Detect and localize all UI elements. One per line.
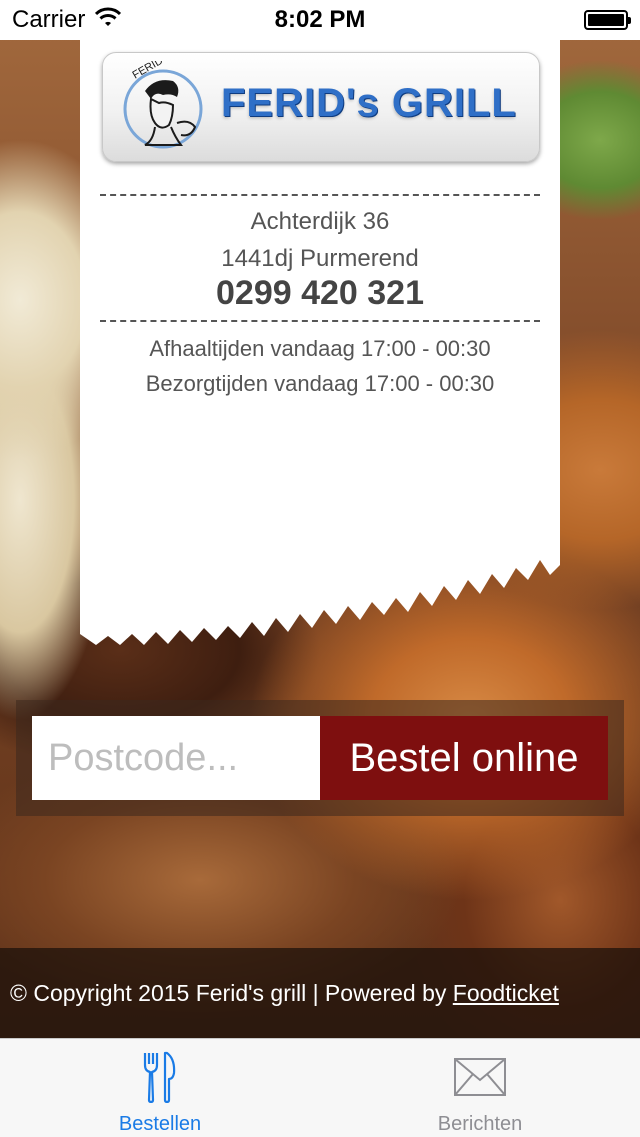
- battery-icon: [584, 10, 631, 30]
- carrier-label: Carrier: [12, 6, 86, 33]
- phone-number[interactable]: 0299 420 321: [80, 274, 560, 313]
- envelope-icon: [454, 1049, 506, 1105]
- dashed-divider: [100, 320, 540, 322]
- tab-berichten[interactable]: Berichten: [320, 1039, 640, 1137]
- restaurant-logo: FERID'S FERID's GRILL: [102, 52, 540, 162]
- postcode-input[interactable]: [32, 716, 320, 800]
- foodticket-link[interactable]: Foodticket: [453, 980, 559, 1007]
- tab-bestellen[interactable]: Bestellen: [0, 1039, 320, 1137]
- tab-label: Bestellen: [118, 1113, 202, 1135]
- pickup-hours: Afhaaltijden vandaag 17:00 - 00:30: [149, 336, 491, 361]
- order-online-button[interactable]: Bestel online: [320, 716, 608, 800]
- address-city: 1441dj Purmerend: [221, 245, 419, 272]
- restaurant-info-ticket: FERID'S FERID's GRILL Achterdijk 36 1441…: [80, 40, 560, 645]
- footer: © Copyright 2015 Ferid's grill | Powered…: [0, 948, 640, 1038]
- tab-bar: Bestellen Berichten: [0, 1038, 640, 1137]
- logo-text: FERID's GRILL: [221, 81, 517, 125]
- address-street: Achterdijk 36: [250, 208, 390, 235]
- order-panel: Bestel online: [16, 700, 624, 816]
- chef-face-icon: FERID'S: [123, 61, 203, 149]
- tab-label: Berichten: [437, 1113, 523, 1135]
- wifi-icon: [95, 6, 122, 34]
- fork-knife-icon: [143, 1049, 177, 1105]
- status-bar: Carrier 8:02 PM: [0, 0, 640, 40]
- copyright-text: © Copyright 2015 Ferid's grill | Powered…: [10, 979, 453, 1006]
- delivery-hours: Bezorgtijden vandaag 17:00 - 00:30: [145, 371, 495, 396]
- dashed-divider: [100, 194, 540, 196]
